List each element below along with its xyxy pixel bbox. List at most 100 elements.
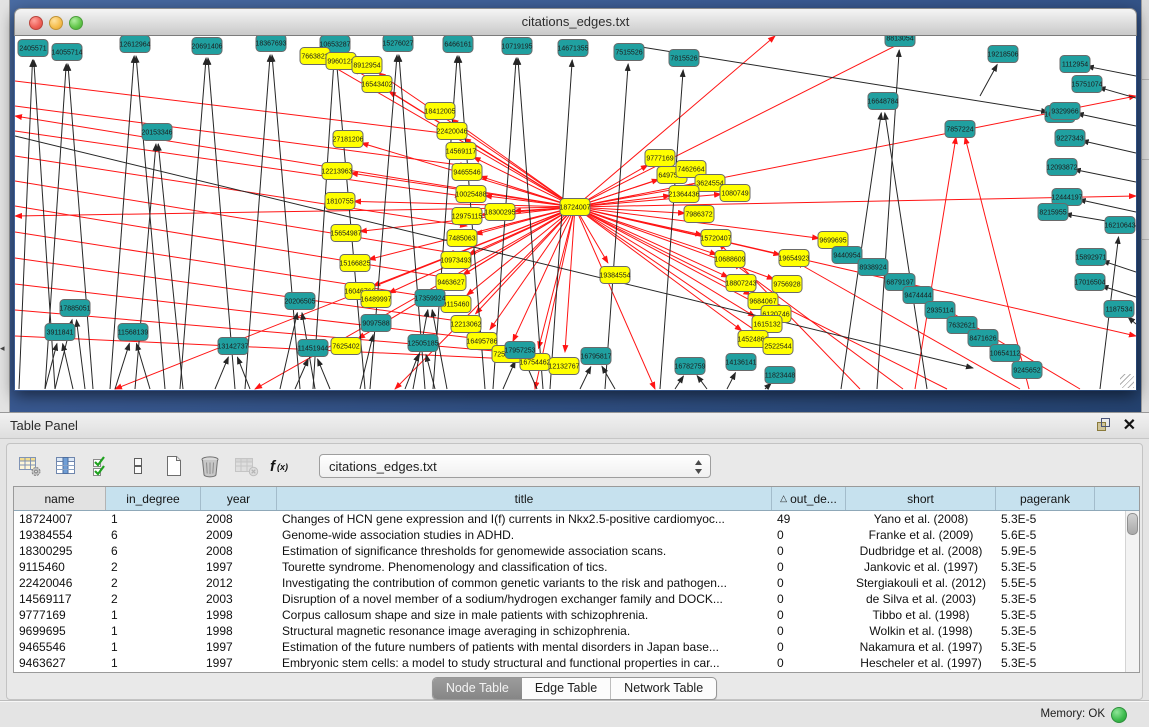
column-header-out_de[interactable]: △out_de...	[772, 487, 846, 510]
table-row[interactable]: 1830029562008Estimation of significance …	[14, 543, 1139, 559]
graph-node-15892971[interactable]: 15892971	[1075, 249, 1106, 266]
network-canvas[interactable]: 240557114055714 12612964 20691406 18367693 1…	[15, 36, 1136, 390]
scrollbar-thumb[interactable]	[1127, 513, 1138, 535]
graph-node-14569117[interactable]: 14569117	[446, 143, 477, 160]
graph-node-12444197[interactable]: 12444197	[1051, 189, 1082, 206]
delete-table-button[interactable]	[231, 452, 260, 480]
graph-node-8912954[interactable]: 8912954	[352, 57, 382, 74]
show-column-button[interactable]	[51, 452, 80, 480]
graph-node-12132767[interactable]: 12132767	[548, 358, 579, 375]
graph-node-18300295[interactable]: 18300295	[484, 204, 515, 221]
graph-node-9227343[interactable]: 9227343	[1055, 130, 1085, 147]
graph-node-14055714[interactable]: 14055714	[51, 44, 82, 61]
graph-node-8813054[interactable]: 8813054	[885, 36, 915, 47]
graph-node-10973493[interactable]: 10973493	[440, 252, 471, 269]
graph-node-20153346[interactable]: 20153346	[141, 124, 172, 141]
table-mode-button[interactable]	[15, 452, 44, 480]
zoom-window-button[interactable]	[69, 16, 83, 30]
graph-node-18807243[interactable]: 18807243	[725, 275, 756, 292]
graph-node-2522544[interactable]: 2522544	[763, 338, 793, 355]
graph-node-7986372[interactable]: 7986372	[684, 206, 714, 223]
graph-node-27181206[interactable]: 27181206	[332, 131, 363, 148]
new-column-button[interactable]	[159, 452, 188, 480]
graph-node-20691406[interactable]: 20691406	[191, 38, 222, 55]
rows-button[interactable]	[123, 452, 152, 480]
graph-node-10719195[interactable]: 10719195	[501, 38, 532, 55]
float-panel-button[interactable]	[1096, 417, 1111, 437]
graph-node-12213062[interactable]: 12213062	[450, 316, 481, 333]
graph-node-16782759[interactable]: 16782759	[674, 358, 705, 375]
graph-node-21364436[interactable]: 21364436	[668, 186, 699, 203]
graph-node-11568139[interactable]: 11568139	[118, 324, 149, 341]
table-row[interactable]: 1872400712008Changes of HCN gene express…	[14, 511, 1139, 527]
table-row[interactable]: 911546021997Tourette syndrome. Phenomeno…	[14, 559, 1139, 575]
graph-node-9756928[interactable]: 9756928	[772, 276, 802, 293]
tab-edge-table[interactable]: Edge Table	[522, 678, 610, 699]
column-header-title[interactable]: title	[277, 487, 772, 510]
graph-node-18367693[interactable]: 18367693	[255, 36, 286, 52]
graph-node-22420046[interactable]: 22420046	[436, 123, 467, 140]
graph-node-9463627[interactable]: 9463627	[436, 274, 466, 291]
minimize-window-button[interactable]	[49, 16, 63, 30]
table-row[interactable]: 1938455462009Genome-wide association stu…	[14, 527, 1139, 543]
graph-node-10025488[interactable]: 10025488	[455, 186, 486, 203]
graph-node-1810755[interactable]: 1810755	[325, 193, 355, 210]
graph-node-9474444[interactable]: 9474444	[903, 287, 933, 304]
graph-node-16543402[interactable]: 16543402	[361, 76, 392, 93]
table-row[interactable]: 969969511998Structural magnetic resonanc…	[14, 623, 1139, 639]
sidebar-collapse-arrow[interactable]: ◂	[0, 344, 5, 353]
graph-node-8215955[interactable]: 8215955	[1038, 204, 1068, 221]
graph-node-18724007[interactable]: 18724007	[559, 199, 590, 216]
graph-node-8471626[interactable]: 8471626	[968, 330, 998, 347]
graph-node-12505185[interactable]: 12505185	[407, 335, 438, 352]
column-header-pagerank[interactable]: pagerank	[996, 487, 1095, 510]
table-row[interactable]: 2242004622012Investigating the contribut…	[14, 575, 1139, 591]
column-header-name[interactable]: name	[14, 487, 106, 510]
graph-node-1615132[interactable]: 1615132	[752, 316, 782, 333]
graph-node-9245652[interactable]: 9245652	[1012, 362, 1042, 379]
graph-node-17359924[interactable]: 17359924	[414, 290, 445, 307]
graph-node-13142737[interactable]: 13142737	[217, 338, 248, 355]
close-window-button[interactable]	[29, 16, 43, 30]
graph-node-10654112[interactable]: 10654112	[990, 345, 1021, 362]
graph-node-15654987[interactable]: 15654987	[330, 225, 361, 242]
graph-node-9097588[interactable]: 9097588	[361, 315, 391, 332]
column-header-short[interactable]: short	[846, 487, 996, 510]
graph-node-17885051[interactable]: 17885051	[59, 300, 90, 317]
graph-node-20206505[interactable]: 20206505	[284, 293, 315, 310]
graph-node-16489997[interactable]: 16489997	[360, 291, 391, 308]
graph-node-7857224[interactable]: 7857224	[945, 121, 975, 138]
graph-node-17957253[interactable]: 17957253	[504, 342, 535, 359]
graph-node-11451944[interactable]: 11451944	[298, 340, 329, 357]
resize-grip[interactable]	[1120, 374, 1134, 388]
graph-node-15720407[interactable]: 15720407	[700, 230, 731, 247]
graph-node-14671355[interactable]: 14671355	[557, 40, 588, 57]
graph-node-1112954[interactable]: 1112954	[1060, 56, 1090, 73]
tab-network-table[interactable]: Network Table	[610, 678, 716, 699]
graph-node-7515526[interactable]: 7515526	[614, 44, 644, 61]
graph-node-9465546[interactable]: 9465546	[452, 164, 482, 181]
graph-node-12612964[interactable]: 12612964	[119, 36, 150, 53]
graph-node-2935114[interactable]: 2935114	[925, 302, 955, 319]
network-window-titlebar[interactable]: citations_edges.txt	[14, 8, 1137, 36]
delete-column-button[interactable]	[195, 452, 224, 480]
graph-node-19384554[interactable]: 19384554	[599, 267, 630, 284]
table-row[interactable]: 977716911998Corpus callosum shape and si…	[14, 607, 1139, 623]
graph-node-17016504[interactable]: 17016504	[1074, 274, 1105, 291]
graph-node-7815526[interactable]: 7815526	[669, 50, 699, 67]
column-header-year[interactable]: year	[201, 487, 277, 510]
graph-node-7485063[interactable]: 7485063	[447, 230, 477, 247]
graph-node-14136141[interactable]: 14136141	[725, 354, 756, 371]
graph-node-18412005[interactable]: 18412005	[424, 103, 455, 120]
graph-node-9777169[interactable]: 9777169	[645, 150, 675, 167]
graph-node-2405571[interactable]: 2405571	[18, 40, 48, 57]
graph-node-19218506[interactable]: 19218506	[987, 46, 1018, 63]
graph-node-16795817[interactable]: 16795817	[580, 348, 611, 365]
tab-node-table[interactable]: Node Table	[433, 678, 522, 699]
graph-node-1080749[interactable]: 1080749	[720, 185, 750, 202]
graph-node-15751074[interactable]: 15751074	[1071, 76, 1102, 93]
close-panel-button[interactable]: ✕	[1123, 415, 1136, 435]
graph-node-15276027[interactable]: 15276027	[382, 36, 413, 52]
graph-node-16210643[interactable]: 16210643	[1104, 217, 1135, 234]
table-row[interactable]: 946554611997Estimation of the future num…	[14, 639, 1139, 655]
